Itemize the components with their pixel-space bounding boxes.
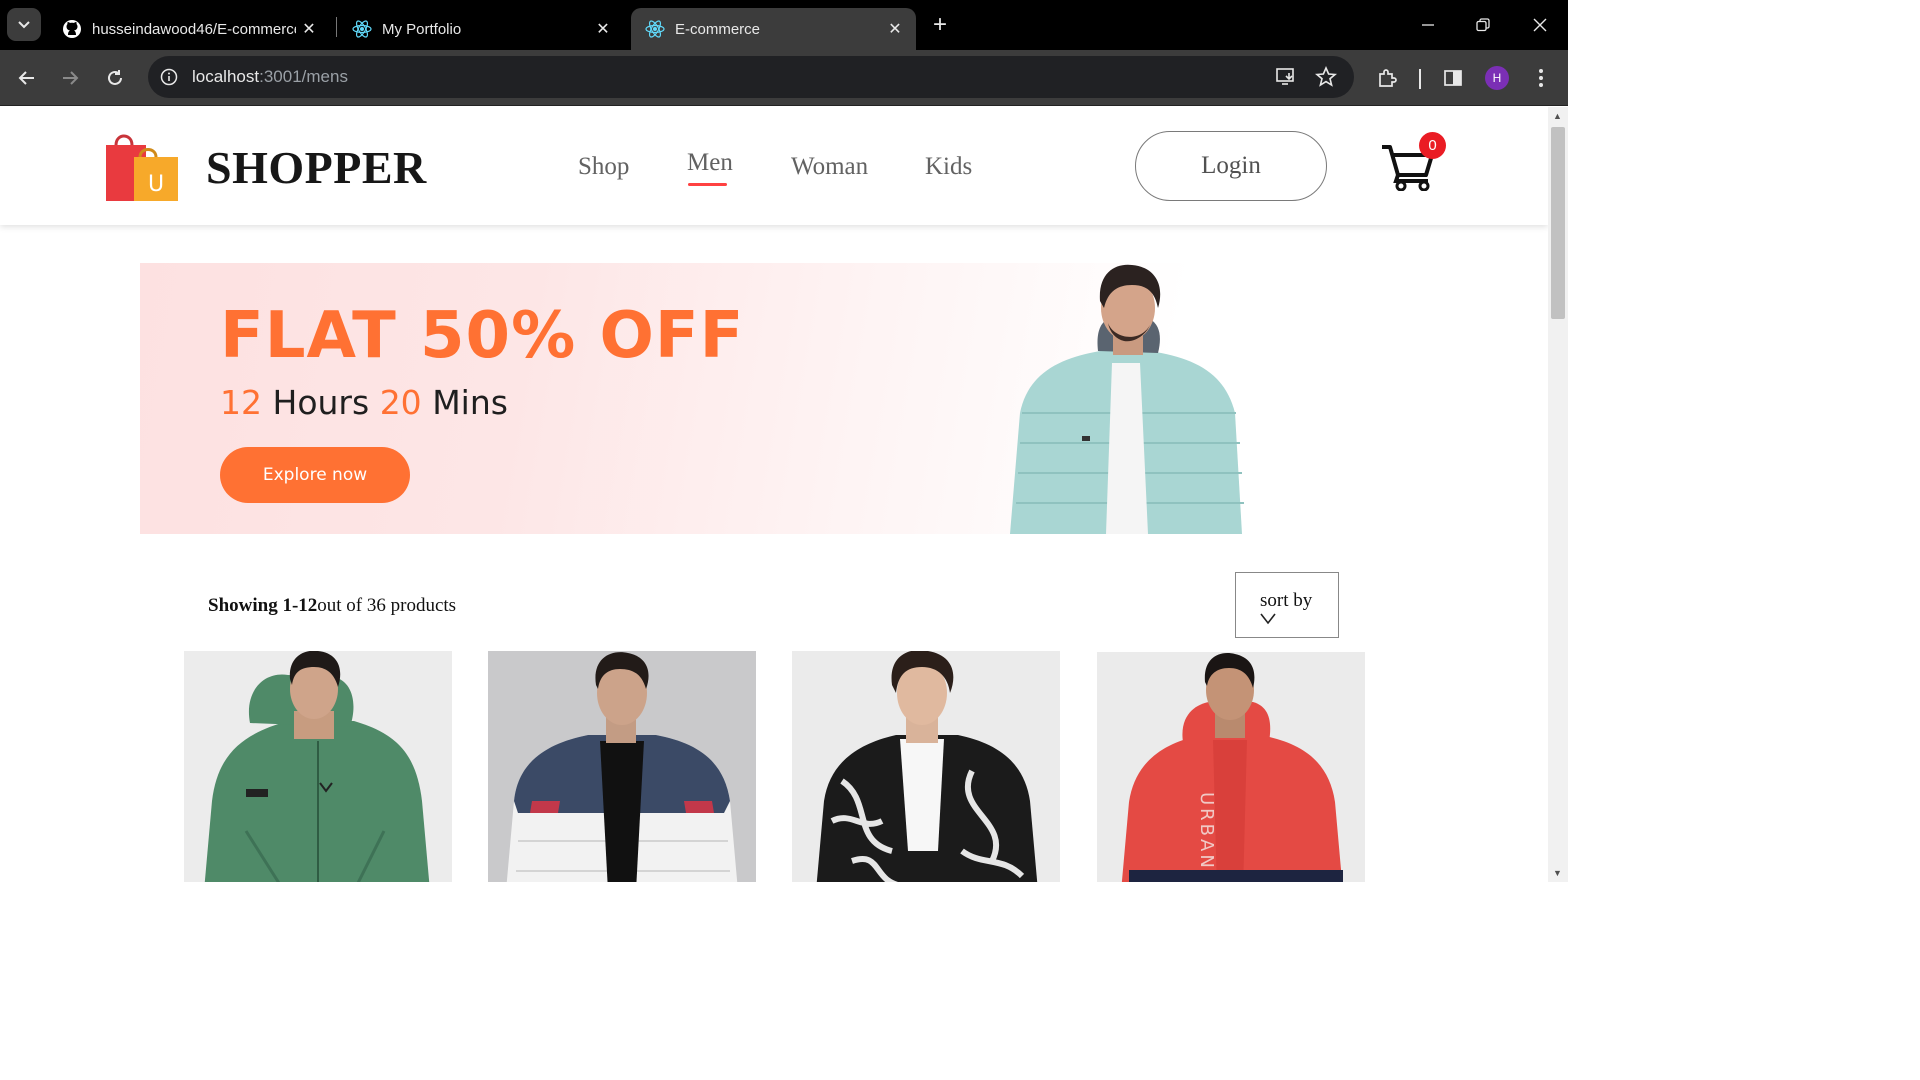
site-navbar: U SHOPPER Shop Men Woman Kids Login 0 xyxy=(0,107,1548,225)
browser-toolbar: localhost:3001/mens H xyxy=(0,50,1568,106)
scrollbar-thumb[interactable] xyxy=(1551,127,1565,319)
brand-name: SHOPPER xyxy=(206,142,427,193)
product-image xyxy=(184,651,452,882)
forward-button[interactable] xyxy=(53,62,87,94)
tab-title: E-commerce xyxy=(675,20,761,38)
browser-tab-strip: husseindawood46/E-commerce ✕ My Portfoli… xyxy=(0,0,1568,50)
chevron-down-icon xyxy=(18,20,30,28)
tab-ecommerce[interactable]: E-commerce ✕ xyxy=(631,8,916,50)
url-host: localhost xyxy=(192,67,260,86)
react-icon xyxy=(645,19,665,39)
product-image xyxy=(792,651,1060,882)
close-window-button[interactable] xyxy=(1520,8,1560,42)
close-icon[interactable]: ✕ xyxy=(296,16,322,42)
timer-hours-label: Hours xyxy=(272,383,370,422)
tab-separator xyxy=(336,17,337,37)
github-icon xyxy=(62,19,82,39)
side-panel-icon xyxy=(1444,70,1462,86)
tab-github[interactable]: husseindawood46/E-commerce ✕ xyxy=(48,8,330,50)
cart-count-badge: 0 xyxy=(1419,132,1446,159)
close-icon[interactable]: ✕ xyxy=(590,16,616,42)
hero-banner: FLAT 50% OFF 12 Hours 20 Mins Explore no… xyxy=(140,263,1408,534)
login-button[interactable]: Login xyxy=(1135,131,1327,201)
profile-avatar[interactable]: H xyxy=(1485,66,1509,90)
showing-total: out of 36 products xyxy=(317,595,457,616)
tab-search-button[interactable] xyxy=(7,8,41,41)
minimize-button[interactable] xyxy=(1408,8,1448,42)
product-image xyxy=(488,651,756,882)
back-button[interactable] xyxy=(10,62,44,94)
svg-text:URBAN: URBAN xyxy=(1196,792,1217,871)
react-icon xyxy=(352,19,372,39)
product-card[interactable] xyxy=(488,651,756,882)
more-vert-icon xyxy=(1539,69,1543,87)
scroll-down-icon[interactable]: ▼ xyxy=(1553,868,1562,878)
puzzle-icon xyxy=(1379,69,1397,87)
scroll-up-icon[interactable]: ▲ xyxy=(1553,111,1562,121)
timer-mins-label: Mins xyxy=(432,383,508,422)
tab-portfolio[interactable]: My Portfolio ✕ xyxy=(338,8,624,50)
explore-now-button[interactable]: Explore now xyxy=(220,447,410,503)
nav-kids[interactable]: Kids xyxy=(925,153,972,181)
page-viewport: U SHOPPER Shop Men Woman Kids Login 0 FL… xyxy=(0,107,1548,882)
page-scrollbar[interactable]: ▲ ▼ xyxy=(1548,107,1568,882)
sort-dropdown[interactable]: sort by xyxy=(1235,572,1339,638)
url-path: :3001/mens xyxy=(259,67,348,86)
product-card[interactable]: URBAN xyxy=(1097,652,1365,882)
plus-icon: + xyxy=(932,11,947,38)
tab-title: My Portfolio xyxy=(382,20,462,38)
tab-title: husseindawood46/E-commerce xyxy=(92,20,296,38)
arrow-right-icon xyxy=(63,71,79,85)
banner-timer: 12 Hours 20 Mins xyxy=(220,383,508,422)
menu-button[interactable] xyxy=(1524,62,1558,94)
product-image: URBAN xyxy=(1097,652,1365,882)
nav-woman[interactable]: Woman xyxy=(791,153,868,181)
toolbar-divider xyxy=(1419,69,1421,89)
arrow-left-icon xyxy=(18,71,34,85)
svg-text:U: U xyxy=(148,172,164,197)
sort-label: sort by xyxy=(1260,590,1313,611)
restore-icon xyxy=(1476,18,1490,32)
nav-men[interactable]: Men xyxy=(687,149,733,177)
extensions-button[interactable] xyxy=(1370,62,1404,94)
bookmark-star-icon[interactable] xyxy=(1313,65,1339,89)
new-tab-button[interactable]: + xyxy=(925,10,955,40)
url-text: localhost:3001/mens xyxy=(192,67,348,87)
timer-hours: 12 xyxy=(220,383,262,422)
install-app-icon[interactable] xyxy=(1273,65,1299,89)
restore-button[interactable] xyxy=(1463,8,1503,42)
active-nav-indicator xyxy=(688,183,727,186)
shopping-bag-icon: U xyxy=(106,134,178,201)
product-card[interactable] xyxy=(184,651,452,882)
close-icon[interactable]: ✕ xyxy=(882,16,908,42)
site-logo[interactable]: U SHOPPER xyxy=(104,131,426,203)
product-card[interactable] xyxy=(792,651,1060,882)
side-panel-button[interactable] xyxy=(1436,62,1470,94)
timer-mins: 20 xyxy=(379,383,422,422)
chevron-down-icon xyxy=(1260,613,1276,625)
close-icon xyxy=(1533,18,1547,32)
minimize-icon xyxy=(1422,24,1434,26)
address-bar[interactable]: localhost:3001/mens xyxy=(148,56,1354,98)
banner-headline: FLAT 50% OFF xyxy=(220,299,745,373)
product-count-text: Showing 1-12out of 36 products xyxy=(208,595,456,617)
banner-model-image xyxy=(1010,264,1244,534)
nav-shop[interactable]: Shop xyxy=(578,153,629,181)
site-info-icon[interactable] xyxy=(158,66,180,88)
showing-range: Showing 1-12 xyxy=(208,595,318,616)
reload-icon xyxy=(108,70,122,85)
reload-button[interactable] xyxy=(98,62,132,94)
